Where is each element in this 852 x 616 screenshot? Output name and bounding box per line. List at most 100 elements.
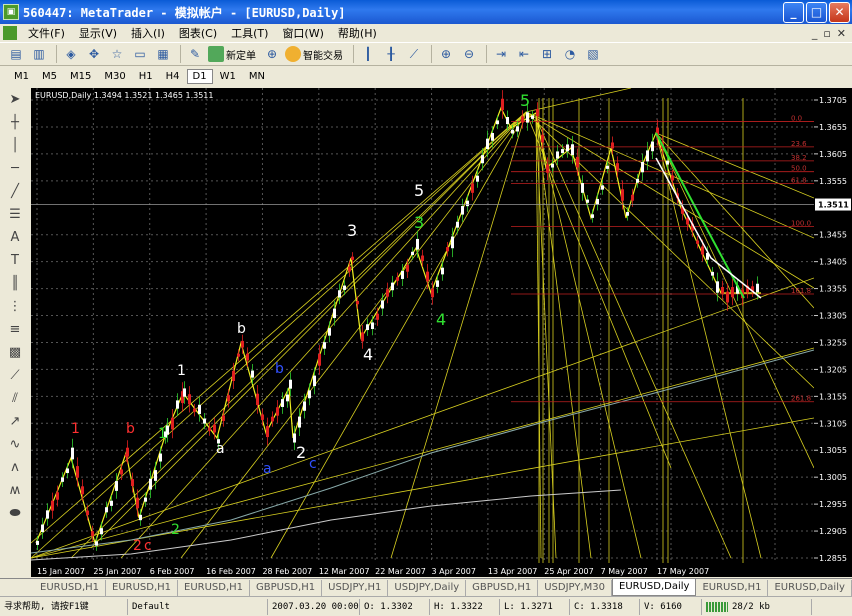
candle-body (426, 271, 429, 282)
text-label-icon[interactable]: T (0, 249, 30, 272)
zigzag-line (35, 106, 761, 546)
mdi-restore-icon[interactable]: ▫ (823, 27, 830, 40)
tab-8[interactable]: EURUSD,Daily (612, 579, 697, 596)
timeframe-w1[interactable]: W1 (214, 69, 242, 84)
menu-tools[interactable]: 工具(T) (224, 25, 275, 41)
horizontal-line-icon[interactable]: ─ (0, 157, 30, 180)
cursor-icon[interactable]: ➤ (0, 88, 30, 111)
price-tick-label: 1.3555 (819, 177, 847, 186)
tab-1[interactable]: EURUSD,H1 (106, 580, 179, 596)
templates-icon[interactable]: ▧ (583, 44, 603, 64)
chart-shift-icon[interactable]: ⇤ (514, 44, 534, 64)
timeframe-d1[interactable]: D1 (186, 68, 213, 84)
tab-2[interactable]: EURUSD,H1 (178, 580, 251, 596)
arrow-icon[interactable]: ↗ (0, 410, 30, 433)
mdi-close-icon[interactable]: ✕ (837, 27, 846, 40)
timeframe-h1[interactable]: H1 (133, 69, 159, 84)
timeframe-m15[interactable]: M15 (64, 69, 97, 84)
tab-5[interactable]: USDJPY,Daily (388, 580, 467, 596)
candle-body (726, 291, 729, 303)
navigator-icon[interactable]: ☆ (107, 44, 127, 64)
candle-body (149, 478, 152, 490)
tab-6[interactable]: GBPUSD,H1 (466, 580, 539, 596)
data-window-icon[interactable]: ✥ (84, 44, 104, 64)
new-order-button[interactable]: 新定单 (208, 46, 256, 62)
candle-body (61, 477, 64, 482)
timeframe-m1[interactable]: M1 (8, 69, 35, 84)
profiles-icon[interactable]: ▥ (29, 44, 49, 64)
candle-body (256, 393, 259, 406)
close-button[interactable]: ✕ (829, 1, 850, 23)
tester-icon[interactable]: ▦ (153, 44, 173, 64)
tab-7[interactable]: USDJPY,M30 (538, 580, 612, 596)
candle-body (516, 126, 519, 132)
wave-label: 1 (177, 363, 186, 379)
minimize-button[interactable]: _ (783, 1, 804, 23)
status-close: C: 1.3318 (570, 598, 640, 615)
menu-file[interactable]: 文件(F) (21, 25, 72, 41)
fib-level-label: 23.6 (791, 140, 807, 148)
market-watch-icon[interactable]: ◈ (61, 44, 81, 64)
mdi-minimize-icon[interactable]: _ (812, 27, 818, 40)
menu-view[interactable]: 显示(V) (72, 25, 124, 41)
tab-4[interactable]: USDJPY,H1 (322, 580, 389, 596)
candlestick-icon[interactable]: ╂ (381, 44, 401, 64)
channel-icon[interactable]: ║ (0, 272, 30, 295)
periods-icon[interactable]: ◔ (560, 44, 580, 64)
candle-body (303, 401, 306, 411)
bar-chart-icon[interactable]: ┃ (358, 44, 378, 64)
wave-a-icon[interactable]: ʌ (0, 456, 30, 479)
price-chart[interactable]: 15 Jan 2007 25 Jan 2007 6 Feb 2007 16 Feb 2… (31, 88, 814, 577)
auto-scroll-icon[interactable]: ⇥ (491, 44, 511, 64)
timeframe-m30[interactable]: M30 (98, 69, 131, 84)
terminal-icon[interactable]: ▭ (130, 44, 150, 64)
zoom-out-icon[interactable]: ⊖ (459, 44, 479, 64)
fib-expansion-icon[interactable]: ≡ (0, 318, 30, 341)
candle-body (41, 524, 44, 533)
line-chart-icon[interactable]: ⟋ (404, 44, 424, 64)
ellipse-icon[interactable]: ⬬ (0, 502, 30, 525)
zoom-in-icon[interactable]: ⊕ (436, 44, 456, 64)
wave-icon[interactable]: ∿ (0, 433, 30, 456)
menu-charts[interactable]: 图表(C) (172, 25, 224, 41)
new-chart-icon[interactable]: ▤ (6, 44, 26, 64)
tab-9[interactable]: EURUSD,H1 (696, 580, 769, 596)
gann-fan-icon[interactable]: ⟋ (0, 364, 30, 387)
maximize-button[interactable]: □ (806, 1, 827, 23)
chart-window-icon[interactable] (3, 26, 17, 40)
candle-body (491, 132, 494, 141)
timeframe-h4[interactable]: H4 (160, 69, 186, 84)
fan-line (31, 277, 814, 559)
candle-body (144, 497, 147, 502)
timeframe-toolbar: M1 M5 M15 M30 H1 H4 D1 W1 MN (0, 66, 852, 86)
status-datetime: 2007.03.20 00:00 (268, 598, 360, 615)
wave-e-icon[interactable]: ʍ (0, 479, 30, 502)
fib-fan-icon[interactable]: ⋮ (0, 295, 30, 318)
indicators-icon[interactable]: ⊞ (537, 44, 557, 64)
fan-line (270, 111, 527, 559)
fibonacci-icon[interactable]: ☰ (0, 203, 30, 226)
tab-3[interactable]: GBPUSD,H1 (250, 580, 323, 596)
timeframe-m5[interactable]: M5 (36, 69, 63, 84)
menu-help[interactable]: 帮助(H) (331, 25, 384, 41)
status-traffic: 28/2 kb (732, 601, 770, 612)
candle-body (371, 322, 374, 329)
vertical-line-icon[interactable]: │ (0, 134, 30, 157)
candle-body (536, 108, 539, 117)
timeframe-mn[interactable]: MN (243, 69, 271, 84)
trendline-icon[interactable]: ╱ (0, 180, 30, 203)
expert-toggle-icon[interactable]: ⊕ (262, 44, 282, 64)
title-bar[interactable]: ▣ 560447: MetaTrader - 模拟帐户 - [EURUSD,Da… (0, 0, 852, 24)
text-icon[interactable]: A (0, 226, 30, 249)
grid-icon[interactable]: ▩ (0, 341, 30, 364)
date-tick-label: 17 May 2007 (657, 567, 709, 576)
tab-0[interactable]: EURUSD,H1 (34, 580, 107, 596)
tab-10[interactable]: EURUSD,Daily (768, 580, 852, 596)
status-connection[interactable]: 28/2 kb (702, 598, 812, 615)
pitchfork-icon[interactable]: ⫽ (0, 387, 30, 410)
menu-insert[interactable]: 插入(I) (124, 25, 172, 41)
crosshair-icon[interactable]: ┼ (0, 111, 30, 134)
meta-editor-icon[interactable]: ✎ (185, 44, 205, 64)
menu-window[interactable]: 窗口(W) (275, 25, 330, 41)
expert-advisors-button[interactable]: 智能交易 (285, 46, 343, 62)
